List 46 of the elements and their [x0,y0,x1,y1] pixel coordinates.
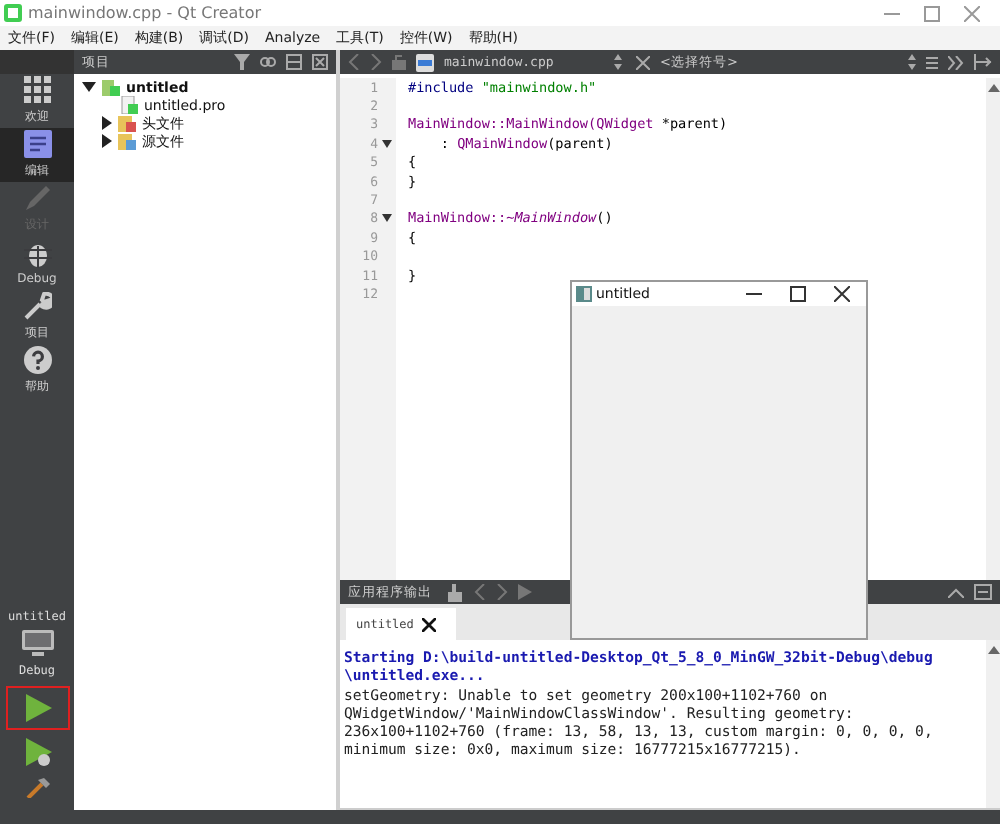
fold-arrow-icon[interactable] [382,139,392,148]
collapse-icon[interactable] [948,587,964,597]
updown-icon[interactable] [908,54,916,70]
document-icon [23,130,51,158]
collapsed-arrow-icon[interactable] [102,116,112,130]
close-pane-icon[interactable] [974,584,992,600]
maximize-icon[interactable] [790,286,806,302]
hammer-icon[interactable] [23,778,51,798]
clear-output-icon[interactable] [446,583,464,601]
updown-icon[interactable] [614,54,622,70]
list-icon[interactable] [926,55,938,69]
folder-icon [118,132,136,150]
forward-icon[interactable] [370,54,382,70]
forward-icon[interactable] [496,584,508,600]
project-icon [102,78,120,96]
cpp-file-icon [416,53,434,71]
play-icon [23,694,51,722]
back-icon[interactable] [474,584,486,600]
help-icon [23,346,51,374]
double-chevron-icon[interactable] [948,55,964,69]
back-icon[interactable] [348,54,360,70]
debug-run-icon[interactable] [23,738,51,766]
collapsed-arrow-icon[interactable] [102,134,112,148]
play-icon[interactable] [518,584,532,600]
close-panel-icon[interactable] [312,54,328,70]
close-icon[interactable] [834,286,850,302]
fold-arrow-icon[interactable] [382,214,392,223]
file-icon [120,96,138,114]
scroll-up-icon[interactable] [987,646,999,654]
run-button[interactable] [5,686,69,730]
sidebar-header [0,50,74,74]
bug-icon [23,240,51,268]
split-icon[interactable] [286,54,302,70]
grid-icon [23,76,51,104]
lock-icon[interactable] [392,54,406,70]
close-tab-icon[interactable] [421,617,436,631]
filter-icon[interactable] [234,54,250,70]
folder-icon [118,114,136,132]
link-icon[interactable] [260,54,276,70]
expanded-arrow-icon[interactable] [82,82,96,92]
scroll-up-icon[interactable] [987,84,999,92]
monitor-icon[interactable] [21,630,53,658]
window-icon [576,286,592,302]
window-title: mainwindow.cpp - Qt Creator [28,4,261,22]
split-editor-icon[interactable] [974,54,992,70]
wrench-icon [23,292,51,320]
